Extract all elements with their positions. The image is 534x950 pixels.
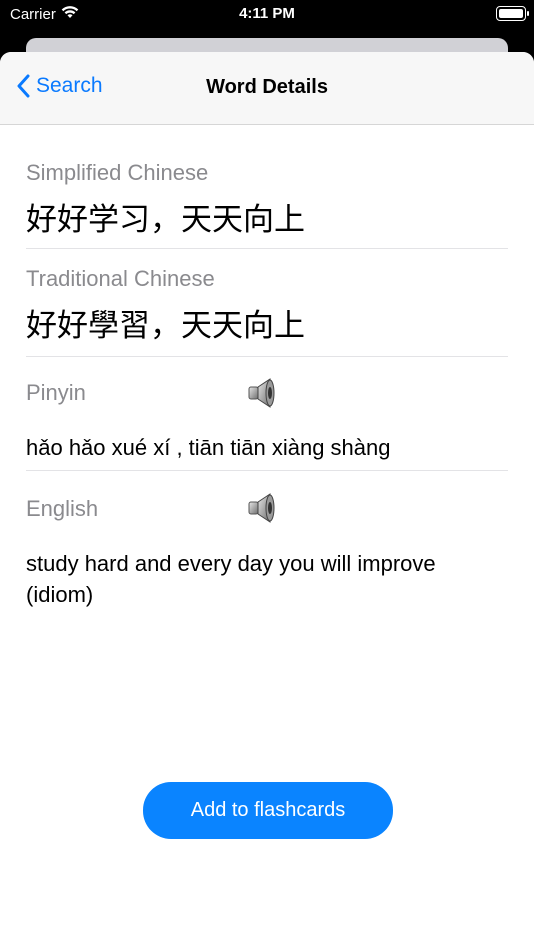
page-title: Word Details: [206, 76, 328, 98]
simplified-label: Simplified Chinese: [26, 160, 209, 185]
pinyin-value-container: hǎo hǎo xué xí , tiān tiān xiàng shàng: [26, 432, 508, 463]
traditional-value: 好好學習，天天向上: [26, 308, 305, 344]
english-value: study hard and every day you will improv…: [26, 551, 436, 607]
add-to-flashcards-button[interactable]: Add to flashcards: [143, 782, 393, 839]
english-speaker-icon[interactable]: [246, 491, 282, 525]
pinyin-value: hǎo hǎo xué xí , tiān tiān xiàng shàng: [26, 435, 391, 460]
word-details-sheet: Search Word Details Simplified Chinese 好…: [0, 52, 534, 950]
divider: [26, 248, 508, 249]
divider: [26, 356, 508, 357]
traditional-section: Traditional Chinese 好好學習，天天向上: [26, 266, 508, 345]
pinyin-speaker-icon[interactable]: [246, 376, 282, 410]
divider: [26, 470, 508, 471]
traditional-label: Traditional Chinese: [26, 266, 215, 291]
battery-icon: [496, 6, 529, 21]
status-time: 4:11 PM: [239, 5, 295, 22]
status-bar: Carrier 4:11 PM: [0, 0, 534, 30]
simplified-value: 好好学习，天天向上: [26, 202, 305, 238]
navigation-bar: Search Word Details: [0, 52, 534, 125]
simplified-section: Simplified Chinese 好好学习，天天向上: [26, 160, 508, 239]
english-value-container: study hard and every day you will improv…: [26, 548, 508, 610]
